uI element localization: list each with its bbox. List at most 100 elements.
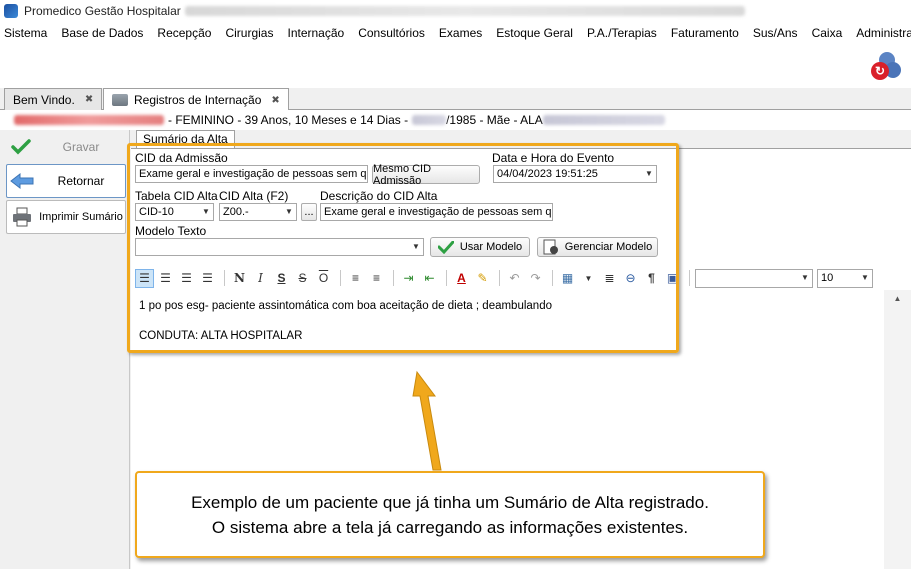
menu-consultorios[interactable]: Consultórios [358, 26, 425, 40]
menu-administracao[interactable]: Administração [856, 26, 911, 40]
window-title: Promedico Gestão Hospitalar [24, 4, 181, 18]
overline-icon[interactable]: O [314, 269, 333, 288]
menu-base-de-dados[interactable]: Base de Dados [61, 26, 143, 40]
redacted-title-info [184, 6, 745, 16]
numbered-list-icon[interactable]: ≡ [346, 269, 365, 288]
page-break-icon[interactable]: ⊖ [621, 269, 640, 288]
tab-bem-vindo[interactable]: Bem Vindo. ✖ [4, 88, 103, 110]
gravar-button[interactable]: Gravar [6, 130, 126, 164]
usar-modelo-button[interactable]: Usar Modelo [430, 237, 530, 257]
data-hora-label: Data e Hora do Evento [492, 151, 615, 165]
menu-estoque-geral[interactable]: Estoque Geral [496, 26, 573, 40]
menu-caixa[interactable]: Caixa [812, 26, 843, 40]
printer-icon [7, 207, 37, 227]
patient-gender-age: - FEMININO - 39 Anos, 10 Meses e 14 Dias… [168, 113, 409, 127]
tab-strip: Bem Vindo. ✖ Registros de Internação ✖ [0, 88, 911, 111]
gerenciar-modelo-label: Gerenciar Modelo [564, 241, 653, 253]
mesmo-cid-admissao-button[interactable]: Mesmo CID Admissão [372, 163, 480, 187]
cid-admissao-field[interactable]: Exame geral e investigação de pessoas se… [135, 165, 368, 183]
imprimir-sumario-button[interactable]: Imprimir Sumário [6, 200, 126, 234]
callout-box: Exemplo de um paciente que já tinha um S… [135, 471, 765, 558]
align-justify-icon[interactable]: ☰ [198, 269, 217, 288]
cid-alta-label: CID Alta (F2) [219, 189, 289, 203]
menu-exames[interactable]: Exames [439, 26, 482, 40]
retornar-button[interactable]: Retornar [6, 164, 126, 198]
menu-faturamento[interactable]: Faturamento [671, 26, 739, 40]
modelo-texto-select[interactable]: ▼ [135, 238, 424, 256]
editor-line-2: CONDUTA: ALTA HOSPITALAR [139, 330, 303, 342]
menu-internacao[interactable]: Internação [287, 26, 344, 40]
close-icon[interactable]: ✖ [85, 94, 93, 105]
paragraph-icon[interactable]: ¶ [642, 269, 661, 288]
undo-icon[interactable]: ↶ [505, 269, 524, 288]
chevron-down-icon[interactable]: ▼ [858, 270, 872, 286]
redo-icon[interactable]: ↷ [526, 269, 545, 288]
table-icon[interactable]: ▦ [558, 269, 577, 288]
indent-decrease-icon[interactable]: ⇤ [420, 269, 439, 288]
cid-admissao-label: CID da Admissão [135, 151, 228, 165]
modelo-texto-label: Modelo Texto [135, 224, 207, 238]
descricao-cid-field[interactable]: Exame geral e investigação de pessoas se… [320, 203, 553, 221]
tabela-cid-value: CID-10 [139, 206, 174, 218]
strikethrough-icon[interactable]: S [293, 269, 312, 288]
tab-sumario-alta[interactable]: Sumário da Alta [136, 130, 235, 148]
data-hora-field[interactable]: 04/04/2023 19:51:25 ▼ [493, 165, 657, 183]
redacted-patient-name [14, 115, 164, 125]
back-arrow-icon [7, 172, 37, 190]
italic-icon[interactable]: I [251, 269, 270, 288]
descricao-cid-label: Descrição do CID Alta [320, 189, 438, 203]
patient-birth-mother: /1985 - Mãe - ALA [446, 113, 543, 127]
tabela-cid-label: Tabela CID Alta [135, 189, 218, 203]
editor-scrollbar[interactable]: ▲ [884, 290, 911, 569]
bullet-list-icon[interactable]: ≡ [367, 269, 386, 288]
chevron-down-icon[interactable]: ▼ [579, 269, 598, 288]
switch-user-icon[interactable]: ↻ [869, 52, 901, 82]
font-family-select[interactable]: ▼ [695, 268, 813, 288]
font-size-value: 10 [821, 271, 834, 284]
cid-alta-value: Z00.- [223, 206, 249, 218]
chevron-down-icon[interactable]: ▼ [199, 204, 213, 220]
highlight-icon[interactable]: ✎ [473, 269, 492, 288]
app-logo-icon [4, 4, 18, 18]
imprimir-label: Imprimir Sumário [39, 211, 123, 223]
chevron-down-icon[interactable]: ▼ [798, 270, 812, 286]
tab-label: Registros de Internação [134, 93, 262, 107]
data-hora-value: 04/04/2023 19:51:25 [497, 168, 598, 180]
tabela-cid-select[interactable]: CID-10 ▼ [135, 203, 214, 221]
menu-sistema[interactable]: Sistema [4, 26, 47, 40]
menu-cirurgias[interactable]: Cirurgias [225, 26, 273, 40]
usar-modelo-label: Usar Modelo [459, 241, 523, 253]
check-icon [437, 240, 454, 254]
document-settings-icon [543, 239, 558, 255]
bold-icon[interactable]: N [230, 269, 249, 288]
title-bar: Promedico Gestão Hospitalar [0, 0, 911, 22]
cid-alta-select[interactable]: Z00.- ▼ [219, 203, 297, 221]
chevron-down-icon[interactable]: ▼ [409, 239, 423, 255]
align-right-icon[interactable]: ☰ [177, 269, 196, 288]
align-left-icon[interactable]: ☰ [135, 268, 154, 288]
menu-pa-terapias[interactable]: P.A./Terapias [587, 26, 657, 40]
tab-registros-internacao[interactable]: Registros de Internação ✖ [103, 88, 289, 111]
check-icon [6, 139, 36, 155]
underline-icon[interactable]: S [272, 269, 291, 288]
save-template-icon[interactable]: ▣ [663, 269, 682, 288]
menu-recepcao[interactable]: Recepção [157, 26, 211, 40]
font-size-select[interactable]: 10 ▼ [817, 268, 873, 288]
top-area: ↻ [0, 44, 911, 88]
indent-increase-icon[interactable]: ⇥ [399, 269, 418, 288]
gerenciar-modelo-button[interactable]: Gerenciar Modelo [537, 237, 658, 257]
tab-label: Bem Vindo. [13, 92, 75, 107]
retornar-label: Retornar [57, 174, 105, 188]
close-icon[interactable]: ✖ [271, 95, 279, 106]
scroll-up-icon[interactable]: ▲ [884, 294, 911, 303]
insert-row-icon[interactable]: ≣ [600, 269, 619, 288]
menu-sus-ans[interactable]: Sus/Ans [753, 26, 798, 40]
align-center-icon[interactable]: ☰ [156, 269, 175, 288]
callout-line-1: Exemplo de um paciente que já tinha um S… [191, 492, 709, 512]
font-color-icon[interactable]: A [452, 269, 471, 288]
callout-line-2: O sistema abre a tela já carregando as i… [211, 517, 689, 537]
chevron-down-icon[interactable]: ▼ [282, 204, 296, 220]
chevron-down-icon[interactable]: ▼ [642, 166, 656, 182]
search-cid-button[interactable]: ... [301, 203, 317, 221]
redacted-birthdate [412, 115, 447, 125]
